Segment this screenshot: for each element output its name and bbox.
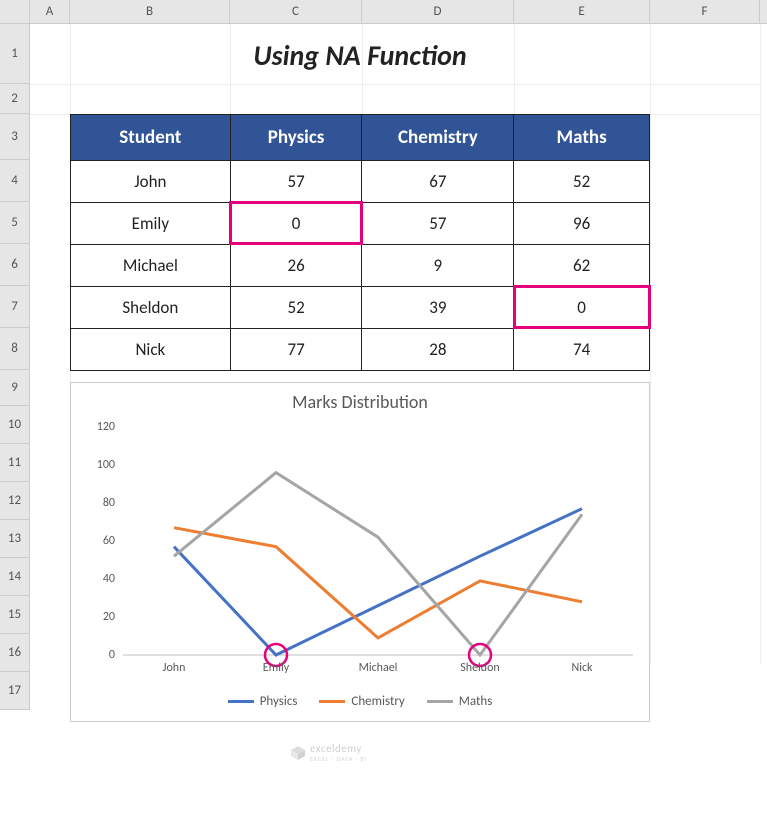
ytick: 80 — [103, 496, 115, 510]
table-row[interactable]: Michael 26 9 62 — [71, 245, 650, 287]
row-header-3[interactable]: 3 — [0, 114, 30, 160]
cell-student[interactable]: Sheldon — [71, 287, 231, 329]
legend-maths[interactable]: Maths — [427, 694, 493, 709]
cell-student[interactable]: Nick — [71, 329, 231, 371]
cell-chemistry[interactable]: 39 — [362, 287, 514, 329]
ytick: 120 — [97, 420, 115, 434]
series-physics[interactable] — [174, 509, 582, 655]
chart-svg — [123, 427, 633, 655]
series-chemistry[interactable] — [174, 528, 582, 638]
cell-chemistry[interactable]: 57 — [362, 203, 514, 245]
cell-maths[interactable]: 74 — [514, 329, 650, 371]
ytick: 0 — [109, 648, 115, 662]
xtick: John — [163, 661, 186, 675]
th-chemistry[interactable]: Chemistry — [362, 115, 514, 161]
cube-icon — [290, 745, 306, 761]
column-headers: A B C D E F — [0, 0, 767, 24]
ytick: 40 — [103, 572, 115, 586]
cell-student[interactable]: Emily — [71, 203, 231, 245]
cell-physics[interactable]: 77 — [230, 329, 362, 371]
cell-maths[interactable]: 0 — [514, 287, 650, 329]
ytick: 60 — [103, 534, 115, 548]
ytick: 20 — [103, 610, 115, 624]
table-row[interactable]: Sheldon 52 39 0 — [71, 287, 650, 329]
cell-chemistry[interactable]: 67 — [362, 161, 514, 203]
row-header-6[interactable]: 6 — [0, 244, 30, 286]
th-student[interactable]: Student — [71, 115, 231, 161]
row-header-15[interactable]: 15 — [0, 596, 30, 634]
row-header-17[interactable]: 17 — [0, 672, 30, 710]
plot-area: 0 20 40 60 80 100 120 — [123, 427, 633, 655]
row-header-9[interactable]: 9 — [0, 370, 30, 406]
legend-label: Chemistry — [351, 694, 404, 709]
xtick: Michael — [359, 661, 398, 675]
legend-line-icon — [228, 700, 254, 703]
series-maths[interactable] — [174, 473, 582, 655]
watermark-tagline: EXCEL · DATA · BI — [310, 755, 367, 763]
spreadsheet-area: A B C D E F 1 2 3 4 5 6 7 8 9 10 11 12 1… — [0, 0, 767, 24]
select-all-corner[interactable] — [0, 0, 30, 23]
row-header-2[interactable]: 2 — [0, 84, 30, 114]
row-header-13[interactable]: 13 — [0, 520, 30, 558]
legend-line-icon — [319, 700, 345, 703]
cell-physics[interactable]: 26 — [230, 245, 362, 287]
th-maths[interactable]: Maths — [514, 115, 650, 161]
cell-chemistry[interactable]: 9 — [362, 245, 514, 287]
cell-maths[interactable]: 52 — [514, 161, 650, 203]
cell-student[interactable]: Michael — [71, 245, 231, 287]
row-headers: 1 2 3 4 5 6 7 8 9 10 11 12 13 14 15 16 1… — [0, 24, 30, 710]
ytick: 100 — [97, 458, 115, 472]
watermark-brand: exceldemy — [310, 742, 362, 755]
chart-legend: Physics Chemistry Maths — [71, 690, 649, 715]
row-header-14[interactable]: 14 — [0, 558, 30, 596]
cell-physics[interactable]: 0 — [230, 203, 362, 245]
xtick: Nick — [571, 661, 592, 675]
xtick: Sheldon — [460, 661, 499, 675]
legend-label: Maths — [459, 694, 493, 709]
chart-title: Marks Distribution — [71, 383, 649, 417]
legend-line-icon — [427, 700, 453, 703]
col-header-E[interactable]: E — [514, 0, 650, 23]
row-header-10[interactable]: 10 — [0, 406, 30, 444]
table-row[interactable]: Emily 0 57 96 — [71, 203, 650, 245]
marks-chart[interactable]: Marks Distribution 0 20 40 60 80 100 120 — [70, 382, 650, 722]
cell-student[interactable]: John — [71, 161, 231, 203]
marks-table[interactable]: Student Physics Chemistry Maths John 57 … — [70, 114, 650, 371]
table-row[interactable]: John 57 67 52 — [71, 161, 650, 203]
xtick: Emily — [263, 661, 289, 675]
cell-maths[interactable]: 62 — [514, 245, 650, 287]
row-header-7[interactable]: 7 — [0, 286, 30, 328]
col-header-F[interactable]: F — [650, 0, 760, 23]
row-header-5[interactable]: 5 — [0, 202, 30, 244]
cell-physics[interactable]: 57 — [230, 161, 362, 203]
cell-chemistry[interactable]: 28 — [362, 329, 514, 371]
row-header-16[interactable]: 16 — [0, 634, 30, 672]
table-row[interactable]: Nick 77 28 74 — [71, 329, 650, 371]
cell-maths[interactable]: 96 — [514, 203, 650, 245]
legend-chemistry[interactable]: Chemistry — [319, 694, 404, 709]
row-header-4[interactable]: 4 — [0, 160, 30, 202]
row-header-1[interactable]: 1 — [0, 24, 30, 84]
col-header-D[interactable]: D — [362, 0, 514, 23]
cell-physics[interactable]: 52 — [230, 287, 362, 329]
row-header-11[interactable]: 11 — [0, 444, 30, 482]
legend-physics[interactable]: Physics — [228, 694, 298, 709]
watermark: exceldemy EXCEL · DATA · BI — [290, 742, 367, 763]
row-header-12[interactable]: 12 — [0, 482, 30, 520]
col-header-C[interactable]: C — [230, 0, 362, 23]
page-title: Using NA Function — [70, 24, 650, 84]
col-header-B[interactable]: B — [70, 0, 230, 23]
row-header-8[interactable]: 8 — [0, 328, 30, 370]
col-header-A[interactable]: A — [30, 0, 70, 23]
legend-label: Physics — [260, 694, 298, 709]
th-physics[interactable]: Physics — [230, 115, 362, 161]
